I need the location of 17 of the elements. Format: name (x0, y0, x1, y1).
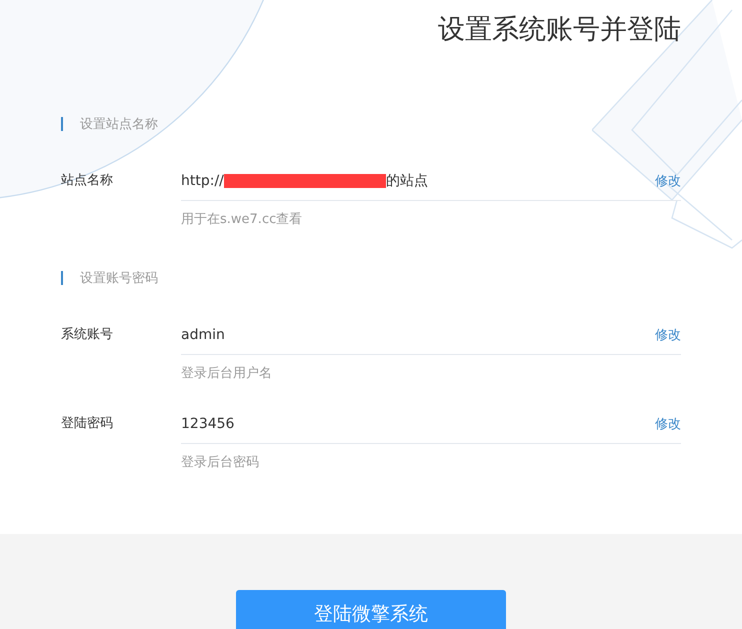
section-heading: 设置站点名称 (80, 116, 158, 133)
edit-link[interactable]: 修改 (655, 326, 681, 344)
field-value: http:// (181, 173, 224, 189)
field-label: 系统账号 (61, 326, 114, 344)
field-value: admin (181, 327, 225, 343)
edit-link[interactable]: 修改 (655, 172, 681, 190)
field-value: 123456 (181, 416, 234, 432)
field-label: 站点名称 (61, 172, 114, 190)
field-value: 的站点 (386, 172, 428, 190)
field-hint: 用于在s.we7.cc查看 (181, 211, 304, 229)
section-heading: 设置账号密码 (80, 270, 158, 287)
page-title: 设置系统账号并登陆 (437, 13, 681, 47)
field-hint: 登录后台用户名 (181, 365, 273, 383)
edit-link[interactable]: 修改 (655, 415, 681, 433)
field-hint: 登录后台密码 (181, 454, 260, 472)
login-button[interactable]: 登陆微擎系统 (236, 590, 506, 629)
field-label: 登陆密码 (61, 415, 114, 433)
